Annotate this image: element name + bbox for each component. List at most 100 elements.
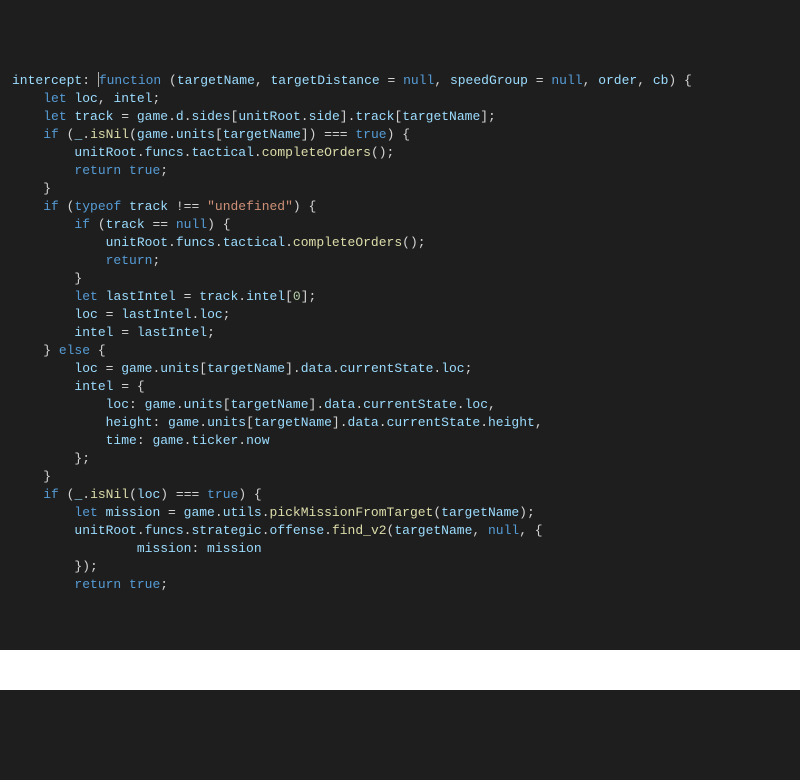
token-pun: ]. <box>340 109 356 124</box>
token-pun: , <box>98 91 114 106</box>
token-pun: , <box>535 415 543 430</box>
token-pun: . <box>137 523 145 538</box>
token-pun: == <box>145 217 176 232</box>
indent <box>12 397 106 412</box>
token-pun: . <box>168 109 176 124</box>
code-line[interactable]: mission: mission <box>12 540 788 558</box>
token-ident: intel <box>74 325 113 340</box>
token-pun: ); <box>519 505 535 520</box>
token-ident: mission <box>106 505 161 520</box>
token-ident: mission <box>207 541 262 556</box>
code-line[interactable]: loc = game.units[targetName].data.curren… <box>12 360 788 378</box>
code-line[interactable]: unitRoot.funcs.tactical.completeOrders()… <box>12 234 788 252</box>
token-ident: utils <box>223 505 262 520</box>
indent <box>12 559 74 574</box>
token-ident: game <box>168 415 199 430</box>
code-line[interactable]: unitRoot.funcs.strategic.offense.find_v2… <box>12 522 788 540</box>
code-line[interactable]: if (track == null) { <box>12 216 788 234</box>
token-num: 0 <box>293 289 301 304</box>
token-kw: null <box>176 217 207 232</box>
token-pun: = { <box>113 379 144 394</box>
code-line[interactable]: } <box>12 180 788 198</box>
token-pun: , <box>488 397 496 412</box>
token-ident: funcs <box>145 145 184 160</box>
code-line[interactable]: intel = { <box>12 378 788 396</box>
token-fn: completeOrders <box>262 145 371 160</box>
token-ident: targetName <box>207 361 285 376</box>
token-ident: unitRoot <box>238 109 300 124</box>
token-kw: null <box>488 523 519 538</box>
code-line[interactable]: loc = lastIntel.loc; <box>12 306 788 324</box>
code-line[interactable]: } else { <box>12 342 788 360</box>
token-ident: track <box>106 217 145 232</box>
code-line[interactable]: }; <box>12 450 788 468</box>
token-kw: function <box>99 73 161 88</box>
code-line[interactable]: if (_.isNil(game.units[targetName]) === … <box>12 126 788 144</box>
token-pun: }; <box>74 451 90 466</box>
token-ident: targetName <box>223 127 301 142</box>
token-pun: . <box>238 433 246 448</box>
token-ident: data <box>324 397 355 412</box>
token-ident: height <box>488 415 535 430</box>
token-pun: } <box>43 181 51 196</box>
token-pun: . <box>176 397 184 412</box>
token-kw: null <box>551 73 582 88</box>
token-pun: = <box>113 109 136 124</box>
token-ident: loc <box>441 361 464 376</box>
code-line[interactable]: height: game.units[targetName].data.curr… <box>12 414 788 432</box>
code-line[interactable]: } <box>12 468 788 486</box>
token-ident: height <box>106 415 153 430</box>
indent <box>12 235 106 250</box>
token-ident: tactical <box>191 145 253 160</box>
code-line[interactable]: intel = lastIntel; <box>12 324 788 342</box>
token-ident: game <box>152 433 183 448</box>
token-ident: game <box>121 361 152 376</box>
token-fn: completeOrders <box>293 235 402 250</box>
token-pun: . <box>238 289 246 304</box>
token-pun: . <box>324 523 332 538</box>
code-line[interactable]: }); <box>12 558 788 576</box>
code-line[interactable]: let lastIntel = track.intel[0]; <box>12 288 788 306</box>
token-pun: [ <box>285 289 293 304</box>
token-pun: = <box>98 307 121 322</box>
token-pun: ( <box>59 127 75 142</box>
token-ident: offense <box>270 523 325 538</box>
code-line[interactable]: loc: game.units[targetName].data.current… <box>12 396 788 414</box>
token-pun: : <box>82 73 98 88</box>
token-pun: ; <box>160 577 168 592</box>
token-fn: pickMissionFromTarget <box>270 505 434 520</box>
code-line[interactable]: intercept: function (targetName, targetD… <box>12 72 788 90</box>
code-line[interactable]: time: game.ticker.now <box>12 432 788 450</box>
code-editor[interactable]: intercept: function (targetName, targetD… <box>0 72 800 632</box>
token-str: "undefined" <box>207 199 293 214</box>
token-ident: currentState <box>340 361 434 376</box>
indent <box>12 541 137 556</box>
token-pun: : <box>137 433 153 448</box>
code-line[interactable]: unitRoot.funcs.tactical.completeOrders()… <box>12 144 788 162</box>
token-pun: , <box>434 73 450 88</box>
token-ident: track <box>355 109 394 124</box>
code-line[interactable]: if (_.isNil(loc) === true) { <box>12 486 788 504</box>
token-ident: intel <box>74 379 113 394</box>
indent <box>12 217 74 232</box>
code-line[interactable]: let track = game.d.sides[unitRoot.side].… <box>12 108 788 126</box>
code-line[interactable]: } <box>12 270 788 288</box>
token-kw: null <box>403 73 434 88</box>
token-pun: ( <box>129 487 137 502</box>
code-line[interactable]: let loc, intel; <box>12 90 788 108</box>
code-line[interactable]: return true; <box>12 576 788 594</box>
token-pun: . <box>457 397 465 412</box>
code-line[interactable]: return; <box>12 252 788 270</box>
token-ident: mission <box>137 541 192 556</box>
token-pun: !== <box>168 199 207 214</box>
token-pun: ; <box>152 253 160 268</box>
code-line[interactable]: let mission = game.utils.pickMissionFrom… <box>12 504 788 522</box>
token-ident: unitRoot <box>74 145 136 160</box>
token-ident: loc <box>465 397 488 412</box>
token-pun: ]. <box>285 361 301 376</box>
code-line[interactable]: if (typeof track !== "undefined") { <box>12 198 788 216</box>
indent <box>12 415 106 430</box>
token-ident: units <box>176 127 215 142</box>
code-line[interactable]: return true; <box>12 162 788 180</box>
token-pun: , <box>637 73 653 88</box>
